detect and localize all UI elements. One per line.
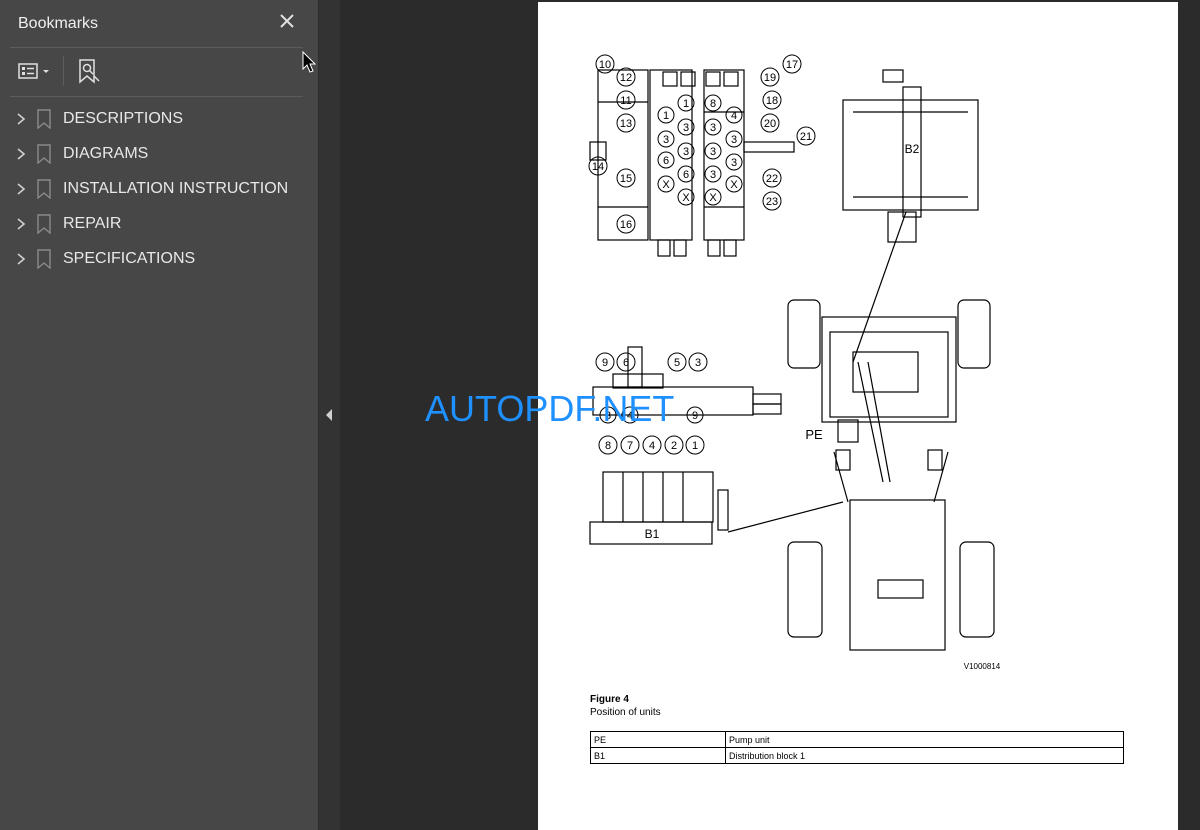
collapse-left-icon	[326, 409, 332, 421]
svg-text:X: X	[730, 179, 738, 191]
chevron-right-icon[interactable]	[16, 147, 26, 161]
bookmark-icon	[37, 144, 51, 164]
chevron-right-icon[interactable]	[16, 112, 26, 126]
bookmark-label: DIAGRAMS	[63, 145, 149, 162]
add-bookmark-button[interactable]	[74, 56, 104, 86]
bookmark-repair[interactable]: REPAIR	[10, 209, 305, 239]
legend-desc: Distribution block 1	[725, 747, 1124, 764]
svg-text:4: 4	[731, 110, 737, 122]
bookmarks-panel: Bookmarks DESCRIPTIONS DIAGRAMS INSTALLA…	[0, 0, 319, 830]
legend-desc: Pump unit	[725, 731, 1124, 748]
svg-text:20: 20	[764, 118, 776, 130]
svg-text:14: 14	[592, 161, 604, 173]
bookmark-descriptions[interactable]: DESCRIPTIONS	[10, 104, 305, 134]
list-options-icon	[18, 63, 49, 79]
svg-text:1: 1	[692, 440, 698, 452]
bookmark-label: DESCRIPTIONS	[63, 110, 184, 127]
bookmark-icon	[37, 109, 51, 129]
svg-text:3: 3	[710, 122, 716, 134]
svg-text:6: 6	[663, 155, 669, 167]
legend-code: B1	[590, 747, 726, 764]
add-bookmark-icon	[79, 59, 100, 84]
svg-text:5: 5	[674, 357, 680, 369]
bookmark-label: INSTALLATION INSTRUCTION	[63, 180, 289, 197]
mouse-pointer-icon	[302, 51, 317, 73]
pe-label: PE	[805, 427, 823, 442]
svg-text:8: 8	[605, 440, 611, 452]
svg-text:12: 12	[620, 72, 632, 84]
svg-text:3: 3	[731, 134, 737, 146]
bookmark-installation-instruction[interactable]: INSTALLATION INSTRUCTION	[10, 174, 305, 204]
svg-text:3: 3	[683, 146, 689, 158]
svg-text:6: 6	[623, 357, 629, 369]
b2-label: B2	[905, 142, 920, 156]
svg-text:9: 9	[602, 357, 608, 369]
panel-title: Bookmarks	[18, 15, 99, 32]
divider	[10, 96, 303, 97]
svg-text:17: 17	[786, 59, 798, 71]
svg-text:X: X	[709, 192, 717, 204]
machine-diagram: 10 12 11 13 14 15 16 1 1 3 3 6 6 3 X X 1…	[588, 54, 1001, 671]
options-menu-button[interactable]	[16, 56, 56, 86]
bookmark-icon	[37, 249, 51, 269]
divider	[10, 47, 303, 48]
figure-caption: Position of units	[590, 707, 661, 718]
bookmark-icon	[37, 179, 51, 199]
svg-text:23: 23	[766, 196, 778, 208]
svg-text:4: 4	[649, 440, 655, 452]
svg-text:13: 13	[620, 118, 632, 130]
svg-text:X: X	[662, 179, 670, 191]
svg-text:2: 2	[671, 440, 677, 452]
chevron-right-icon[interactable]	[16, 252, 26, 266]
legend-table: PE Pump unit B1 Distribution block 1	[590, 731, 1124, 764]
table-row: PE Pump unit	[590, 731, 1124, 748]
toolbar-divider	[63, 56, 64, 86]
svg-text:1: 1	[683, 98, 689, 110]
svg-text:10: 10	[599, 59, 611, 71]
svg-text:18: 18	[766, 95, 778, 107]
chevron-right-icon[interactable]	[16, 182, 26, 196]
legend-code: PE	[590, 731, 726, 748]
figure-number: Figure 4	[590, 694, 629, 705]
svg-text:3: 3	[663, 134, 669, 146]
close-icon	[280, 14, 294, 28]
svg-text:3: 3	[731, 157, 737, 169]
svg-text:7: 7	[627, 440, 633, 452]
svg-text:9: 9	[692, 410, 698, 422]
svg-text:3: 3	[695, 357, 701, 369]
diagram-callouts: 17 19 18 20 21 22 23 8 4 3 3 3 3 3 X X	[704, 54, 816, 211]
close-panel-button[interactable]	[276, 10, 298, 32]
bookmarks-toolbar	[10, 52, 303, 90]
svg-text:15: 15	[620, 173, 632, 185]
image-code: V1000814	[964, 662, 1001, 671]
svg-text:3: 3	[710, 146, 716, 158]
svg-text:3: 3	[683, 122, 689, 134]
svg-text:8: 8	[710, 98, 716, 110]
svg-text:6: 6	[683, 169, 689, 181]
svg-text:1: 1	[663, 110, 669, 122]
table-row: B1 Distribution block 1	[590, 747, 1124, 764]
svg-text:21: 21	[800, 131, 812, 143]
svg-text:11: 11	[620, 95, 631, 107]
collapse-panel-button[interactable]	[319, 395, 339, 435]
svg-text:X: X	[682, 192, 690, 204]
diagram-callouts: 10 12 11 13 14 15 16 1 1 3 3 6 6 3 X X	[588, 54, 695, 234]
svg-text:19: 19	[764, 72, 776, 84]
svg-text:3: 3	[710, 169, 716, 181]
watermark: AUTOPDF.NET	[425, 388, 675, 429]
bookmark-diagrams[interactable]: DIAGRAMS	[10, 139, 305, 169]
bookmark-specifications[interactable]: SPECIFICATIONS	[10, 244, 305, 274]
bookmark-label: SPECIFICATIONS	[63, 250, 196, 267]
bookmark-icon	[37, 214, 51, 234]
chevron-right-icon[interactable]	[16, 217, 26, 231]
svg-text:22: 22	[766, 173, 778, 185]
svg-text:16: 16	[620, 219, 632, 231]
b1-label: B1	[645, 527, 660, 541]
bookmark-label: REPAIR	[63, 215, 122, 232]
